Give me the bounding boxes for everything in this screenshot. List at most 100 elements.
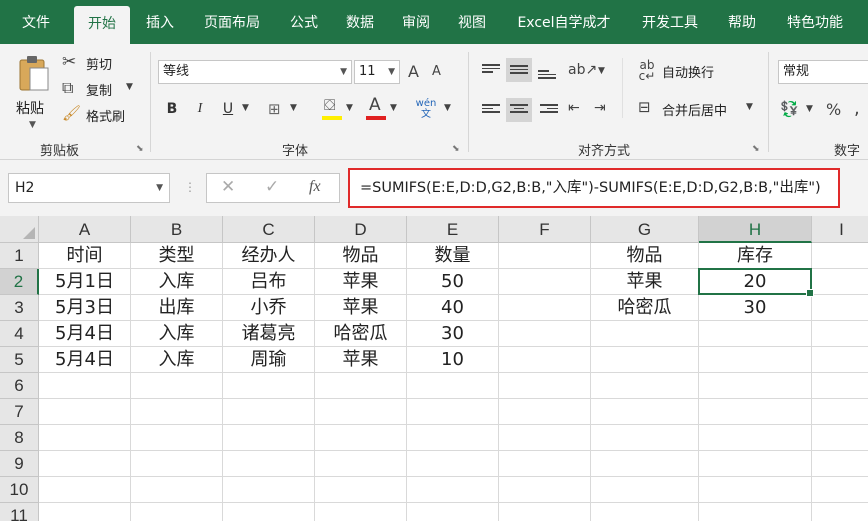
align-middle-button[interactable] <box>506 58 532 82</box>
row-header-4[interactable]: 4 <box>0 321 39 347</box>
tab-developer[interactable]: 开发工具 <box>630 0 710 44</box>
cell-g6[interactable] <box>591 373 699 399</box>
cell-c2[interactable]: 吕布 <box>223 269 315 295</box>
cell-f4[interactable] <box>499 321 591 347</box>
cell-f10[interactable] <box>499 477 591 503</box>
cell-g11[interactable] <box>591 503 699 521</box>
shrink-font-icon[interactable]: A <box>432 64 441 79</box>
cell-e11[interactable] <box>407 503 499 521</box>
cell-g4[interactable] <box>591 321 699 347</box>
cell-f7[interactable] <box>499 399 591 425</box>
chevron-down-icon[interactable]: ▼ <box>390 103 397 113</box>
cell-i6[interactable] <box>812 373 868 399</box>
cell-a9[interactable] <box>39 451 131 477</box>
tab-excel-self-study[interactable]: Excel自学成才 <box>506 0 622 44</box>
cell-i8[interactable] <box>812 425 868 451</box>
cell-i1[interactable] <box>812 243 868 269</box>
name-box[interactable]: H2 ▼ <box>8 173 170 203</box>
cell-e6[interactable] <box>407 373 499 399</box>
cell-d11[interactable] <box>315 503 407 521</box>
phonetic-guide-icon[interactable]: wén文 <box>414 98 438 120</box>
cell-f11[interactable] <box>499 503 591 521</box>
chevron-down-icon[interactable]: ▼ <box>290 103 297 113</box>
cell-b7[interactable] <box>131 399 223 425</box>
cell-i2[interactable] <box>812 269 868 295</box>
cell-b6[interactable] <box>131 373 223 399</box>
cell-a11[interactable] <box>39 503 131 521</box>
underline-button[interactable]: U <box>216 98 240 120</box>
cell-b4[interactable]: 入库 <box>131 321 223 347</box>
cell-c10[interactable] <box>223 477 315 503</box>
grow-font-icon[interactable]: A <box>408 62 419 81</box>
cell-f8[interactable] <box>499 425 591 451</box>
column-header-f[interactable]: F <box>499 216 591 243</box>
row-header-5[interactable]: 5 <box>0 347 39 373</box>
cell-d9[interactable] <box>315 451 407 477</box>
cell-b11[interactable] <box>131 503 223 521</box>
cell-e1[interactable]: 数量 <box>407 243 499 269</box>
cell-f5[interactable] <box>499 347 591 373</box>
cell-a10[interactable] <box>39 477 131 503</box>
cell-c6[interactable] <box>223 373 315 399</box>
tab-review[interactable]: 审阅 <box>390 0 442 44</box>
select-all-button[interactable] <box>0 216 39 243</box>
tab-help[interactable]: 帮助 <box>716 0 768 44</box>
column-header-i[interactable]: I <box>812 216 868 243</box>
cell-i7[interactable] <box>812 399 868 425</box>
cell-b3[interactable]: 出库 <box>131 295 223 321</box>
enter-icon[interactable]: ✓ <box>265 177 279 197</box>
cell-g8[interactable] <box>591 425 699 451</box>
cell-h6[interactable] <box>699 373 812 399</box>
column-header-h[interactable]: H <box>699 216 812 243</box>
font-color-button[interactable]: A <box>364 95 388 122</box>
copy-button[interactable]: ⧉ 复制 ▼ <box>62 78 142 100</box>
cell-d10[interactable] <box>315 477 407 503</box>
cell-a5[interactable]: 5月4日 <box>39 347 131 373</box>
row-header-1[interactable]: 1 <box>0 243 39 269</box>
cell-c4[interactable]: 诸葛亮 <box>223 321 315 347</box>
cell-f9[interactable] <box>499 451 591 477</box>
cell-b1[interactable]: 类型 <box>131 243 223 269</box>
cell-d4[interactable]: 哈密瓜 <box>315 321 407 347</box>
cell-a2[interactable]: 5月1日 <box>39 269 131 295</box>
cell-h4[interactable] <box>699 321 812 347</box>
percent-icon[interactable]: % <box>826 100 841 119</box>
column-header-a[interactable]: A <box>39 216 131 243</box>
tab-insert[interactable]: 插入 <box>134 0 186 44</box>
cell-f1[interactable] <box>499 243 591 269</box>
cell-g5[interactable] <box>591 347 699 373</box>
cell-h9[interactable] <box>699 451 812 477</box>
row-header-11[interactable]: 11 <box>0 503 39 521</box>
cell-i11[interactable] <box>812 503 868 521</box>
paste-button[interactable]: 粘贴 ▼ <box>12 52 56 136</box>
cell-e9[interactable] <box>407 451 499 477</box>
cell-h2[interactable]: 20 <box>699 269 812 295</box>
cell-f2[interactable] <box>499 269 591 295</box>
decrease-indent-icon[interactable]: ⇤ <box>568 100 580 116</box>
dialog-launcher-icon[interactable]: ⬊ <box>452 144 460 154</box>
cell-g3[interactable]: 哈密瓜 <box>591 295 699 321</box>
cell-d8[interactable] <box>315 425 407 451</box>
tab-formulas[interactable]: 公式 <box>278 0 330 44</box>
cell-d6[interactable] <box>315 373 407 399</box>
cell-c9[interactable] <box>223 451 315 477</box>
cell-e4[interactable]: 30 <box>407 321 499 347</box>
cell-c1[interactable]: 经办人 <box>223 243 315 269</box>
chevron-down-icon[interactable]: ▼ <box>444 103 451 113</box>
cell-b5[interactable]: 入库 <box>131 347 223 373</box>
wrap-text-button[interactable]: ab c↵ 自动换行 <box>638 59 738 82</box>
cell-g9[interactable] <box>591 451 699 477</box>
cell-g2[interactable]: 苹果 <box>591 269 699 295</box>
row-header-6[interactable]: 6 <box>0 373 39 399</box>
cell-e2[interactable]: 50 <box>407 269 499 295</box>
cell-a6[interactable] <box>39 373 131 399</box>
column-header-e[interactable]: E <box>407 216 499 243</box>
row-header-3[interactable]: 3 <box>0 295 39 321</box>
bold-button[interactable]: B <box>160 98 184 120</box>
cell-d1[interactable]: 物品 <box>315 243 407 269</box>
formula-input[interactable]: =SUMIFS(E:E,D:D,G2,B:B,"入库")-SUMIFS(E:E,… <box>348 168 840 208</box>
cell-f3[interactable] <box>499 295 591 321</box>
cancel-icon[interactable]: ✕ <box>221 177 235 197</box>
cell-d5[interactable]: 苹果 <box>315 347 407 373</box>
borders-icon[interactable]: ⊞ <box>268 100 281 118</box>
